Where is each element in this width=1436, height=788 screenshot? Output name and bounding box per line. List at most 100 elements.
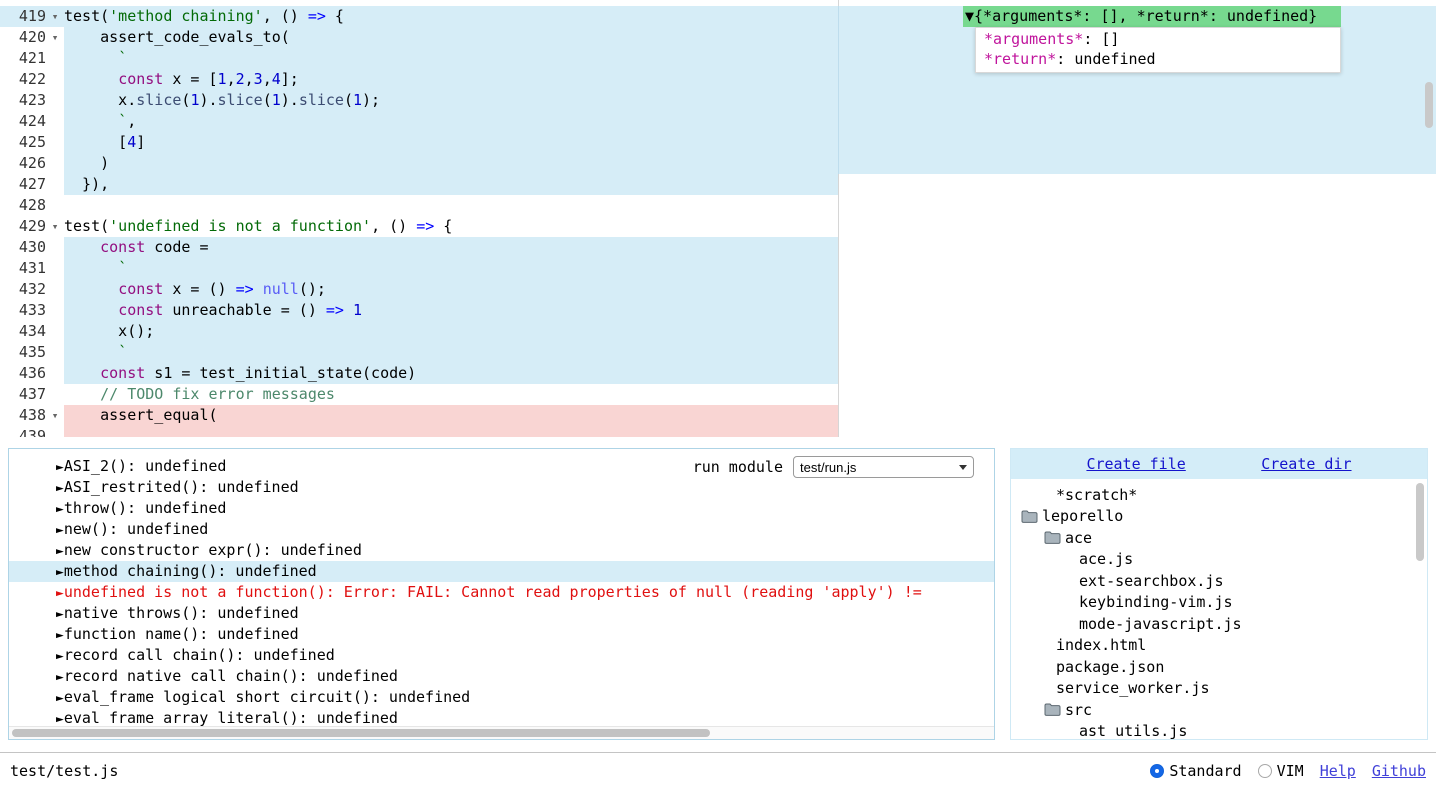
test-result-row[interactable]: ►undefined is not a function(): Error: F…: [9, 582, 994, 603]
code-line-430[interactable]: 430 const code =: [0, 237, 1436, 258]
expand-arrow-icon[interactable]: ►: [56, 544, 64, 559]
file-name: package.json: [1056, 658, 1164, 676]
code-text[interactable]: x();: [64, 321, 1436, 342]
code-text[interactable]: const s1 = test_initial_state(code): [64, 363, 1436, 384]
expand-arrow-icon[interactable]: ►: [56, 628, 64, 643]
line-number-gutter: 436: [0, 363, 64, 384]
test-result-row[interactable]: ►record native call chain(): undefined: [9, 666, 994, 687]
github-link[interactable]: Github: [1372, 762, 1426, 780]
tree-item-ace-js[interactable]: ace.js: [1011, 549, 1427, 571]
code-editor: 419▾test('method chaining', () => {420▾ …: [0, 0, 1436, 437]
code-text[interactable]: assert_equal(: [64, 405, 1436, 426]
code-text[interactable]: [64, 426, 1436, 437]
tree-item-keybinding-vim-js[interactable]: keybinding-vim.js: [1011, 592, 1427, 614]
eval-detail-row[interactable]: *arguments*: []: [984, 29, 1332, 49]
expand-arrow-icon[interactable]: ►: [56, 649, 64, 664]
help-link[interactable]: Help: [1320, 762, 1356, 780]
expand-arrow-icon[interactable]: ►: [56, 460, 64, 475]
tree-item-ast-utils-js[interactable]: ast_utils.js: [1011, 721, 1427, 741]
keybinding-vim-option[interactable]: VIM: [1258, 762, 1304, 780]
tree-item-ext-searchbox-js[interactable]: ext-searchbox.js: [1011, 570, 1427, 592]
eval-result-header[interactable]: ▼{*arguments*: [], *return*: undefined}: [963, 6, 1341, 27]
tree-item-mode-javascript-js[interactable]: mode-javascript.js: [1011, 613, 1427, 635]
test-result-row[interactable]: ►new(): undefined: [9, 519, 994, 540]
code-line-428[interactable]: 428: [0, 195, 1436, 216]
code-text[interactable]: test('undefined is not a function', () =…: [64, 216, 1436, 237]
file-name: mode-javascript.js: [1079, 615, 1242, 633]
code-line-426[interactable]: 426 ): [0, 153, 1436, 174]
tree-item-ace[interactable]: ace: [1011, 527, 1427, 549]
expand-arrow-icon[interactable]: ►: [56, 712, 64, 727]
expand-arrow-icon[interactable]: ►: [56, 565, 64, 580]
expand-arrow-icon[interactable]: ►: [56, 502, 64, 517]
test-result-row[interactable]: ►method chaining(): undefined: [9, 561, 994, 582]
test-result-row[interactable]: ►ASI_restrited(): undefined: [9, 477, 994, 498]
test-result-row[interactable]: ►native throws(): undefined: [9, 603, 994, 624]
line-number: 439: [0, 426, 46, 437]
code-text[interactable]: [64, 195, 1436, 216]
run-module-select[interactable]: test/run.js: [793, 456, 974, 478]
code-line-429[interactable]: 429▾test('undefined is not a function', …: [0, 216, 1436, 237]
code-line-423[interactable]: 423 x.slice(1).slice(1).slice(1);: [0, 90, 1436, 111]
code-line-438[interactable]: 438▾ assert_equal(: [0, 405, 1436, 426]
test-result-row[interactable]: ►record call chain(): undefined: [9, 645, 994, 666]
eval-detail-row[interactable]: *return*: undefined: [984, 49, 1332, 69]
expand-arrow-icon[interactable]: ►: [56, 523, 64, 538]
file-tree: *scratch* leporello aceace.jsext-searchb…: [1011, 479, 1427, 740]
code-line-425[interactable]: 425 [4]: [0, 132, 1436, 153]
code-line-434[interactable]: 434 x();: [0, 321, 1436, 342]
code-text[interactable]: `: [64, 258, 1436, 279]
create-file-link[interactable]: Create file: [1086, 455, 1185, 473]
editor-vertical-scrollbar[interactable]: [1424, 0, 1434, 437]
code-line-435[interactable]: 435 `: [0, 342, 1436, 363]
expand-arrow-icon[interactable]: ►: [56, 607, 64, 622]
tree-item-src[interactable]: src: [1011, 699, 1427, 721]
line-number: 434: [0, 321, 46, 342]
code-line-437[interactable]: 437 // TODO fix error messages: [0, 384, 1436, 405]
code-line-433[interactable]: 433 const unreachable = () => 1: [0, 300, 1436, 321]
expand-arrow-icon[interactable]: ►: [56, 586, 64, 601]
code-line-424[interactable]: 424 `,: [0, 111, 1436, 132]
line-number: 429: [0, 216, 46, 237]
tree-item-service-worker-js[interactable]: service_worker.js: [1011, 678, 1427, 700]
code-line-432[interactable]: 432 const x = () => null();: [0, 279, 1436, 300]
code-line-436[interactable]: 436 const s1 = test_initial_state(code): [0, 363, 1436, 384]
code-text[interactable]: }),: [64, 174, 1436, 195]
code-text[interactable]: const x = () => null();: [64, 279, 1436, 300]
code-text[interactable]: `,: [64, 111, 1436, 132]
fold-arrow-icon[interactable]: ▾: [46, 6, 64, 27]
test-result-label: eval_frame logical short circuit(): unde…: [64, 688, 470, 706]
code-text[interactable]: const code =: [64, 237, 1436, 258]
code-text[interactable]: ): [64, 153, 1436, 174]
test-result-row[interactable]: ►eval_frame logical short circuit(): und…: [9, 687, 994, 708]
code-line-439[interactable]: 439: [0, 426, 1436, 437]
test-result-row[interactable]: ►new constructor expr(): undefined: [9, 540, 994, 561]
editor-scrollbar-thumb[interactable]: [1425, 82, 1433, 128]
test-result-row[interactable]: ►throw(): undefined: [9, 498, 994, 519]
code-text[interactable]: [4]: [64, 132, 1436, 153]
tree-item-index-html[interactable]: index.html: [1011, 635, 1427, 657]
explorer-vertical-scrollbar[interactable]: [1415, 449, 1425, 739]
code-text[interactable]: // TODO fix error messages: [64, 384, 1436, 405]
code-text[interactable]: const unreachable = () => 1: [64, 300, 1436, 321]
results-horizontal-scrollbar[interactable]: [9, 726, 994, 739]
code-text[interactable]: x.slice(1).slice(1).slice(1);: [64, 90, 1436, 111]
tree-item-package-json[interactable]: package.json: [1011, 656, 1427, 678]
fold-arrow-icon[interactable]: ▾: [46, 27, 64, 48]
expand-arrow-icon[interactable]: ►: [56, 481, 64, 496]
expand-arrow-icon[interactable]: ►: [56, 670, 64, 685]
radio-standard-icon: [1150, 764, 1164, 778]
code-line-427[interactable]: 427 }),: [0, 174, 1436, 195]
tree-item-leporello[interactable]: leporello: [1011, 506, 1427, 528]
results-scrollbar-thumb[interactable]: [12, 729, 710, 737]
fold-arrow-icon[interactable]: ▾: [46, 405, 64, 426]
expand-arrow-icon[interactable]: ►: [56, 691, 64, 706]
keybinding-standard-option[interactable]: Standard: [1150, 762, 1241, 780]
fold-arrow-icon[interactable]: ▾: [46, 216, 64, 237]
code-line-431[interactable]: 431 `: [0, 258, 1436, 279]
test-result-row[interactable]: ►function name(): undefined: [9, 624, 994, 645]
create-dir-link[interactable]: Create dir: [1261, 455, 1351, 473]
explorer-scrollbar-thumb[interactable]: [1416, 483, 1424, 561]
code-text[interactable]: `: [64, 342, 1436, 363]
tree-item-scratch[interactable]: *scratch*: [1011, 484, 1427, 506]
